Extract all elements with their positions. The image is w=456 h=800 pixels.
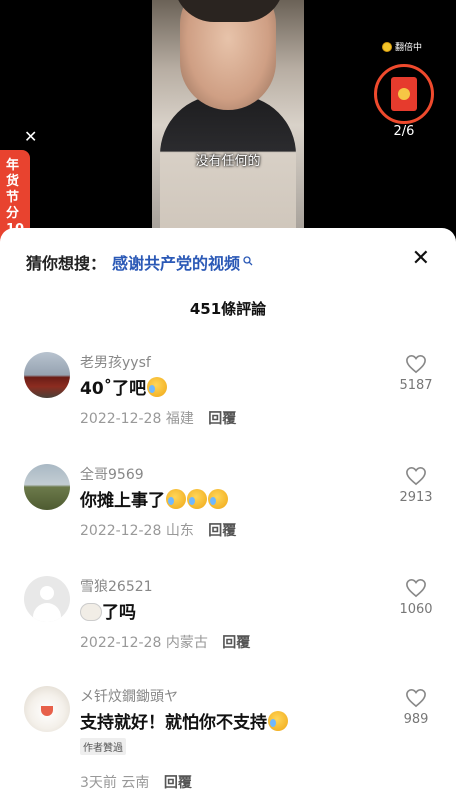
- crying-laughing-emoji: [187, 489, 207, 509]
- like-button[interactable]: 2913: [396, 466, 436, 505]
- video-subtitle: 没有任何的: [195, 154, 261, 169]
- comment-date: 2022-12-28: [80, 411, 162, 427]
- like-button[interactable]: 5187: [396, 354, 436, 393]
- comment-username[interactable]: 全哥9569: [80, 464, 144, 484]
- coin-icon: [382, 41, 392, 52]
- comments-sheet: 猜你想搜： 感谢共产党的视频 ✕ 451條評論 老男孩yysf 40˚了吧 20…: [0, 228, 456, 800]
- search-suggestion[interactable]: 猜你想搜： 感谢共产党的视频: [26, 250, 253, 274]
- crying-laughing-emoji: [166, 489, 186, 509]
- comment-location: 云南: [121, 775, 150, 791]
- comment-username[interactable]: メ钎炆鐗鋤頭ヤ: [80, 686, 178, 706]
- video-frame: [152, 0, 304, 228]
- reply-button[interactable]: 回覆: [208, 523, 236, 539]
- red-packet-button[interactable]: [374, 64, 434, 124]
- reward-badge: 翻倍中: [382, 40, 422, 53]
- promo-char: 节: [6, 190, 20, 205]
- comment-text: 了吗: [80, 598, 136, 623]
- close-icon[interactable]: ✕: [24, 127, 37, 146]
- avatar[interactable]: [24, 576, 70, 622]
- heart-icon: [406, 354, 426, 374]
- heart-icon: [406, 578, 426, 598]
- heart-icon: [406, 688, 426, 708]
- avatar[interactable]: [24, 686, 70, 732]
- comment-location: 山东: [165, 523, 194, 539]
- reward-badge-label: 翻倍中: [395, 43, 423, 53]
- search-icon: [243, 255, 253, 269]
- comment-text: 40˚了吧: [80, 374, 168, 399]
- promo-char: 年: [6, 158, 20, 173]
- comment-meta: 3天前 云南 回覆: [80, 772, 192, 792]
- like-count: 1060: [399, 602, 433, 617]
- avatar[interactable]: [24, 464, 70, 510]
- red-packet-icon: [391, 77, 417, 111]
- comment-date: 3天前: [80, 775, 117, 791]
- crying-laughing-emoji: [208, 489, 228, 509]
- comment-location: 内蒙古: [165, 635, 208, 651]
- reply-button[interactable]: 回覆: [208, 411, 236, 427]
- like-count: 5187: [399, 378, 433, 393]
- avatar[interactable]: [24, 352, 70, 398]
- close-comments-button[interactable]: ✕: [412, 246, 430, 271]
- comment-date: 2022-12-28: [80, 635, 162, 651]
- comment-meta: 2022-12-28 山东 回覆: [80, 520, 236, 540]
- comment-username[interactable]: 雪狼26521: [80, 576, 153, 596]
- crying-laughing-emoji: [147, 377, 168, 397]
- comment-meta: 2022-12-28 内蒙古 回覆: [80, 632, 250, 652]
- suggest-prefix: 猜你想搜：: [26, 254, 107, 273]
- author-liked-tag: 作者贊過: [80, 738, 126, 755]
- reply-button[interactable]: 回覆: [164, 775, 192, 791]
- comment-text: 你摊上事了: [80, 486, 228, 511]
- like-button[interactable]: 1060: [396, 578, 436, 617]
- comment-username[interactable]: 老男孩yysf: [80, 352, 151, 372]
- promo-char: 货: [6, 174, 20, 189]
- reply-button[interactable]: 回覆: [222, 635, 250, 651]
- promo-char: 分: [6, 206, 20, 221]
- like-count: 2913: [399, 490, 433, 505]
- comment-meta: 2022-12-28 福建 回覆: [80, 408, 236, 428]
- heart-icon: [406, 466, 426, 486]
- crying-laughing-emoji: [268, 711, 288, 731]
- comment-text: 支持就好！就怕你不支持: [80, 708, 288, 733]
- sheep-emoji: [80, 603, 102, 621]
- comment-date: 2022-12-28: [80, 523, 162, 539]
- suggest-query[interactable]: 感谢共产党的视频: [112, 250, 240, 274]
- like-count: 989: [403, 712, 429, 727]
- comment-count-title: 451條評論: [189, 300, 267, 318]
- like-button[interactable]: 989: [396, 688, 436, 727]
- red-packet-count: 2/6: [393, 124, 415, 139]
- comment-location: 福建: [165, 411, 194, 427]
